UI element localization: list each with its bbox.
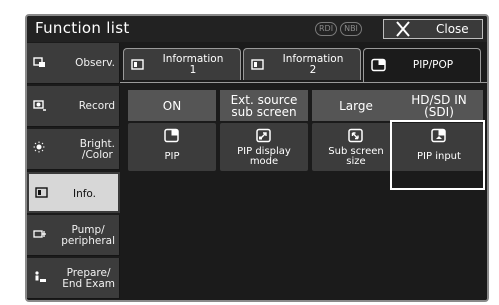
sidebar-item-label: Bright. /Color bbox=[79, 137, 115, 161]
tab-pip-pop[interactable]: PIP/POP bbox=[363, 48, 481, 82]
close-button[interactable]: Close bbox=[383, 19, 483, 39]
observe-icon bbox=[33, 57, 45, 67]
monitor-icon bbox=[131, 59, 144, 70]
sub-screen-size-button[interactable]: Sub screen size bbox=[312, 123, 400, 171]
pip-display-mode-status: Ext. source sub screen bbox=[220, 90, 308, 121]
pip-input-highlight-frame bbox=[390, 120, 485, 190]
sub-screen-size-status: Large bbox=[312, 90, 400, 121]
close-label: Close bbox=[436, 22, 469, 36]
rdi-badge: RDI bbox=[315, 22, 338, 36]
pip-button[interactable]: PIP bbox=[128, 123, 216, 171]
window-title: Function list bbox=[35, 19, 130, 37]
pip-label: PIP bbox=[164, 151, 180, 162]
title-bar: Function list RDI NBI Close bbox=[27, 16, 487, 42]
prepare-icon bbox=[35, 271, 46, 282]
sub-screen-size-label: Sub screen size bbox=[328, 146, 384, 167]
brightness-icon bbox=[33, 141, 45, 153]
tab-information-2[interactable]: Information 2 bbox=[243, 48, 361, 80]
sidebar-item-label: Record bbox=[78, 100, 115, 112]
function-sub-screen-size: Large Sub screen size bbox=[312, 90, 400, 202]
pip-status: ON bbox=[128, 90, 216, 121]
sidebar-item-record[interactable]: Record bbox=[27, 86, 120, 127]
function-pip: ON PIP bbox=[128, 90, 216, 202]
sidebar-item-label: Pump/ peripheral bbox=[61, 223, 115, 247]
pip-display-mode-label: PIP display mode bbox=[237, 146, 291, 167]
close-icon bbox=[396, 21, 410, 37]
sidebar: Observ. Record Bright. /Color Info. Pump… bbox=[27, 43, 120, 300]
tab-bar: Information 1 Information 2 PIP/POP bbox=[123, 48, 485, 82]
pip-display-mode-icon bbox=[256, 128, 271, 143]
camera-record-icon bbox=[33, 100, 46, 111]
monitor-icon bbox=[251, 59, 264, 70]
sidebar-item-label: Observ. bbox=[75, 57, 115, 69]
pip-display-mode-button[interactable]: PIP display mode bbox=[220, 123, 308, 171]
pip-input-status: HD/SD IN (SDI) bbox=[395, 90, 483, 121]
sidebar-item-pump-peripheral[interactable]: Pump/ peripheral bbox=[27, 215, 120, 256]
sidebar-item-observ[interactable]: Observ. bbox=[27, 43, 120, 84]
mode-badges: RDI NBI bbox=[315, 22, 362, 36]
pip-icon bbox=[371, 58, 386, 72]
monitor-icon bbox=[35, 187, 48, 198]
tab-label: Information 1 bbox=[162, 53, 224, 76]
sidebar-item-info[interactable]: Info. bbox=[27, 172, 120, 213]
tab-label: Information 2 bbox=[282, 53, 344, 76]
function-pip-display-mode: Ext. source sub screen PIP display mode bbox=[220, 90, 308, 202]
sub-screen-size-icon bbox=[348, 128, 363, 143]
sidebar-item-label: Info. bbox=[72, 188, 96, 200]
tab-label: PIP/POP bbox=[412, 58, 454, 71]
pip-icon bbox=[164, 128, 179, 143]
sidebar-item-label: Prepare/ End Exam bbox=[62, 266, 115, 290]
sidebar-item-prepare-end-exam[interactable]: Prepare/ End Exam bbox=[27, 258, 120, 299]
sidebar-item-bright-color[interactable]: Bright. /Color bbox=[27, 129, 120, 170]
pump-icon bbox=[33, 230, 46, 238]
nbi-badge: NBI bbox=[340, 22, 362, 36]
tab-information-1[interactable]: Information 1 bbox=[123, 48, 241, 80]
